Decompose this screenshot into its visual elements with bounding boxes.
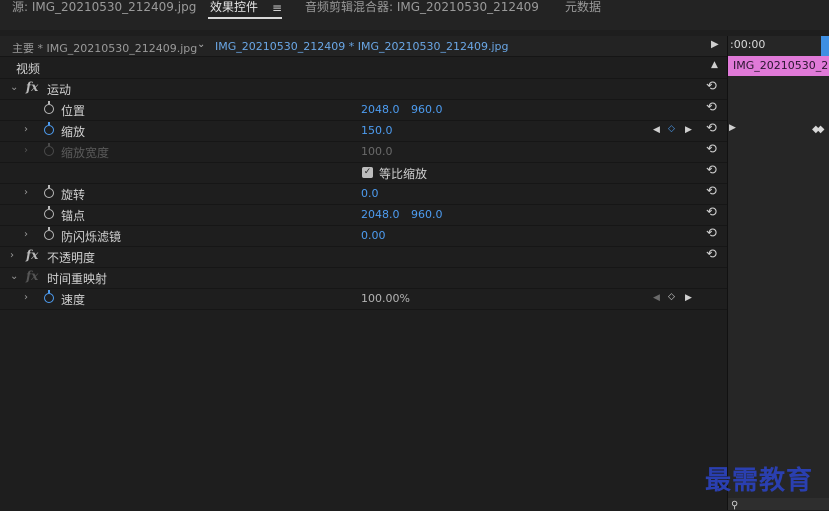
opacity-label: 不透明度: [47, 251, 96, 265]
reset-icon[interactable]: ⟲: [706, 205, 717, 220]
prev-keyframe-icon[interactable]: ◀: [653, 293, 660, 303]
effect-row-time-remap[interactable]: [0, 267, 727, 289]
keyframe-icon[interactable]: ◆◆: [812, 124, 825, 135]
stopwatch-icon[interactable]: [44, 206, 54, 219]
scale-width-value: 100.0: [361, 145, 393, 158]
reset-icon[interactable]: ⟲: [706, 142, 717, 157]
section-video-label: 视频: [16, 62, 41, 76]
tab-metadata[interactable]: 元数据: [565, 0, 601, 30]
reset-icon[interactable]: ⟲: [706, 121, 717, 136]
anchor-y-value[interactable]: 960.0: [411, 208, 443, 221]
stopwatch-icon[interactable]: [44, 227, 54, 240]
reset-icon[interactable]: ⟲: [706, 163, 717, 178]
chevron-right-icon: ›: [24, 145, 28, 156]
reset-icon[interactable]: ⟲: [706, 79, 717, 94]
chevron-right-icon[interactable]: ›: [10, 250, 14, 261]
prev-keyframe-icon[interactable]: ◀: [653, 125, 660, 135]
active-tab-underline: [208, 17, 282, 19]
rotation-value[interactable]: 0.0: [361, 187, 379, 200]
chevron-down-icon[interactable]: ⌄: [10, 82, 18, 93]
stopwatch-icon[interactable]: [44, 101, 54, 114]
timeline-clip[interactable]: IMG_20210530_212409.jpg: [728, 56, 829, 76]
chevron-right-icon[interactable]: ›: [24, 124, 28, 135]
add-keyframe-icon[interactable]: ◇: [668, 292, 675, 302]
chevron-right-icon[interactable]: ›: [24, 229, 28, 240]
anti-flicker-value[interactable]: 0.00: [361, 229, 386, 242]
chevron-down-icon[interactable]: ⌄: [197, 39, 205, 50]
fx-icon[interactable]: fx: [26, 269, 38, 283]
tab-effect-controls[interactable]: 效果控件: [210, 0, 258, 30]
reset-icon[interactable]: ⟲: [706, 226, 717, 241]
anti-flicker-label: 防闪烁滤镜: [61, 230, 122, 244]
watermark-logo: 最需教育: [705, 466, 814, 496]
timecode-label: :00:00: [730, 38, 766, 51]
uniform-scale-checkbox[interactable]: ✓: [362, 167, 373, 178]
effect-row-motion[interactable]: [0, 78, 727, 100]
uniform-scale-label: 等比缩放: [379, 167, 428, 181]
next-keyframe-icon[interactable]: ▶: [685, 125, 692, 135]
stopwatch-icon[interactable]: [44, 122, 54, 135]
speed-value[interactable]: 100.00%: [361, 292, 410, 305]
master-clip-label[interactable]: 主要 * IMG_20210530_212409.jpg: [12, 40, 197, 56]
chevron-down-icon[interactable]: ⌄: [10, 271, 18, 282]
reset-icon[interactable]: ⟲: [706, 247, 717, 262]
rotation-label: 旋转: [61, 188, 86, 202]
timeline-footer: [728, 498, 829, 510]
position-x-value[interactable]: 2048.0: [361, 103, 400, 116]
position-y-value[interactable]: 960.0: [411, 103, 443, 116]
playhead-marker[interactable]: [821, 36, 829, 56]
position-label: 位置: [61, 104, 86, 118]
next-keyframe-icon[interactable]: ▶: [685, 293, 692, 303]
chevron-right-icon[interactable]: ›: [24, 187, 28, 198]
fx-icon[interactable]: fx: [26, 248, 38, 262]
play-triangle-icon: ▶: [729, 123, 736, 133]
play-triangle-icon[interactable]: ▶: [711, 39, 719, 50]
scale-label: 缩放: [61, 125, 86, 139]
chevron-right-icon[interactable]: ›: [24, 292, 28, 303]
sequence-clip-label[interactable]: IMG_20210530_212409 * IMG_20210530_21240…: [215, 40, 509, 53]
add-keyframe-icon[interactable]: ◇: [668, 124, 675, 134]
section-video-row: [0, 57, 727, 79]
stopwatch-icon: [44, 143, 54, 156]
reset-icon[interactable]: ⟲: [706, 184, 717, 199]
scroll-up-icon[interactable]: ▲: [711, 60, 718, 70]
scale-width-label: 缩放宽度: [61, 146, 110, 160]
effect-row-opacity[interactable]: [0, 246, 727, 268]
tab-source[interactable]: 源: IMG_20210530_212409.jpg: [12, 0, 196, 30]
tab-audio-clip-mixer[interactable]: 音频剪辑混合器: IMG_20210530_212409: [305, 0, 539, 30]
anchor-label: 锚点: [61, 209, 86, 223]
reset-icon[interactable]: ⟲: [706, 100, 717, 115]
scale-value[interactable]: 150.0: [361, 124, 393, 137]
zoom-icon[interactable]: ⚲: [731, 500, 738, 511]
hamburger-icon[interactable]: ≡: [272, 1, 282, 15]
stopwatch-icon[interactable]: [44, 185, 54, 198]
mini-timeline[interactable]: [727, 36, 829, 510]
time-remap-label: 时间重映射: [47, 272, 108, 286]
motion-label: 运动: [47, 83, 72, 97]
anchor-x-value[interactable]: 2048.0: [361, 208, 400, 221]
fx-icon[interactable]: fx: [26, 80, 38, 94]
speed-label: 速度: [61, 293, 86, 307]
stopwatch-icon[interactable]: [44, 290, 54, 303]
